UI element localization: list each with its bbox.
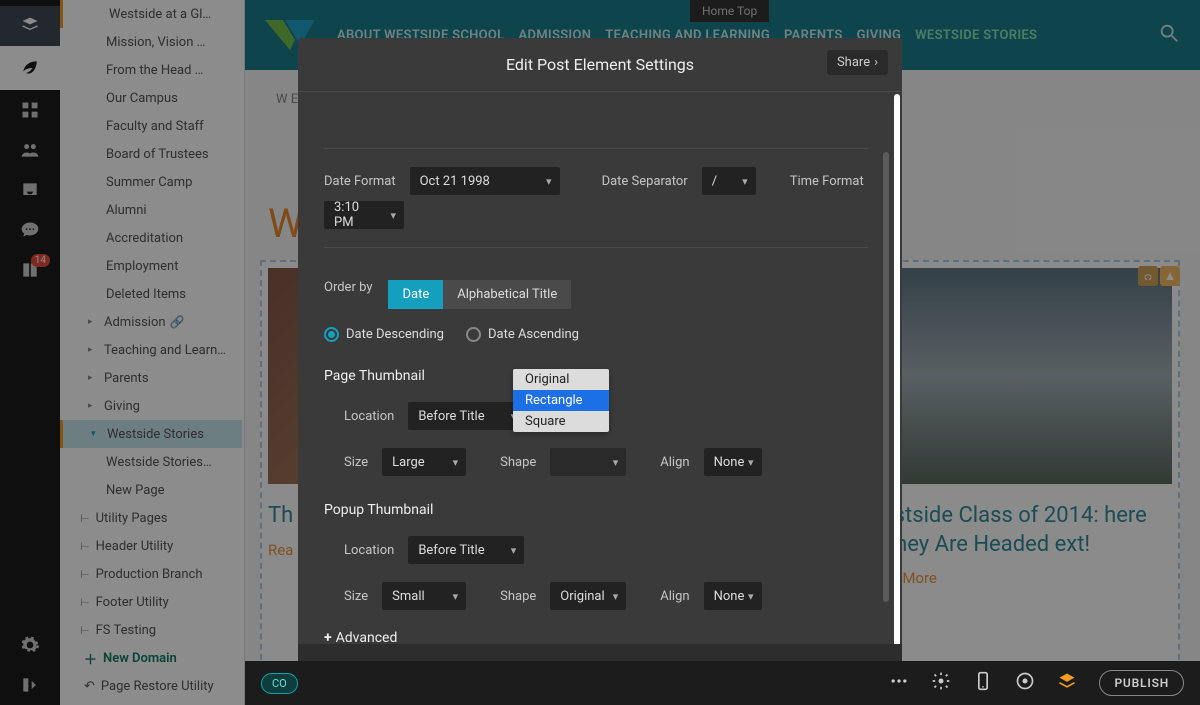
advanced-expander[interactable]: Advanced xyxy=(324,630,868,644)
shape-label: Shape xyxy=(500,455,536,470)
modal-header: Edit Post Element Settings Share› xyxy=(298,38,902,92)
more-icon[interactable] xyxy=(889,671,909,695)
location-label: Location xyxy=(344,409,394,424)
shape-option-rectangle[interactable]: Rectangle xyxy=(513,390,609,411)
order-by-date[interactable]: Date xyxy=(388,280,443,309)
popup-thumb-align-select[interactable]: None xyxy=(704,582,762,610)
modal-title: Edit Post Element Settings xyxy=(506,55,694,74)
popup-thumb-location-select[interactable]: Before Title xyxy=(408,536,524,564)
shape-options-dropdown: Original Rectangle Square xyxy=(513,369,609,432)
page-thumb-size-select[interactable]: Large xyxy=(382,448,466,476)
date-format-label: Date Format xyxy=(324,174,396,189)
preview-icon[interactable] xyxy=(1015,671,1035,695)
order-by-alpha[interactable]: Alphabetical Title xyxy=(443,280,571,309)
date-separator-label: Date Separator xyxy=(602,174,688,189)
chevron-right-icon: › xyxy=(874,55,878,70)
page-thumb-shape-select[interactable] xyxy=(550,448,626,476)
date-separator-select[interactable]: / xyxy=(702,167,756,195)
popup-thumb-size-select[interactable]: Small xyxy=(382,582,466,610)
status-pill[interactable]: CO xyxy=(261,673,298,694)
size-label: Size xyxy=(344,455,368,470)
align-label: Align xyxy=(660,589,689,604)
popup-thumb-shape-select[interactable]: Original xyxy=(550,582,626,610)
popup-thumbnail-title: Popup Thumbnail xyxy=(324,502,868,518)
edit-post-modal: Edit Post Element Settings Share› Date F… xyxy=(298,38,902,688)
page-thumb-location-select[interactable]: Before Title xyxy=(408,402,524,430)
page-thumb-align-select[interactable]: None xyxy=(704,448,762,476)
location-label: Location xyxy=(344,543,394,558)
gear-icon[interactable] xyxy=(931,671,951,695)
device-icon[interactable] xyxy=(973,671,993,695)
modal-scrollbar-thumb[interactable] xyxy=(883,152,889,602)
layers-icon[interactable] xyxy=(1057,671,1077,695)
size-label: Size xyxy=(344,589,368,604)
publish-button[interactable]: PUBLISH xyxy=(1099,670,1184,696)
date-format-select[interactable]: Oct 21 1998 xyxy=(410,167,560,195)
time-format-select[interactable]: 3:10 PM xyxy=(324,201,404,229)
bottom-toolbar: CO PUBLISH xyxy=(245,661,1200,705)
modal-overlay: Edit Post Element Settings Share› Date F… xyxy=(0,0,1200,705)
align-label: Align xyxy=(660,455,689,470)
sort-descending-radio[interactable]: Date Descending xyxy=(324,327,444,342)
order-by-segmented: Date Alphabetical Title xyxy=(388,280,571,309)
sort-ascending-radio[interactable]: Date Ascending xyxy=(466,327,579,342)
shape-option-original[interactable]: Original xyxy=(513,369,609,390)
shape-option-square[interactable]: Square xyxy=(513,411,609,432)
time-format-label: Time Format xyxy=(790,174,864,189)
shape-label: Shape xyxy=(500,589,536,604)
modal-scrollbar-track[interactable] xyxy=(894,94,900,644)
order-by-label: Order by xyxy=(324,280,372,295)
share-button[interactable]: Share› xyxy=(827,50,888,75)
